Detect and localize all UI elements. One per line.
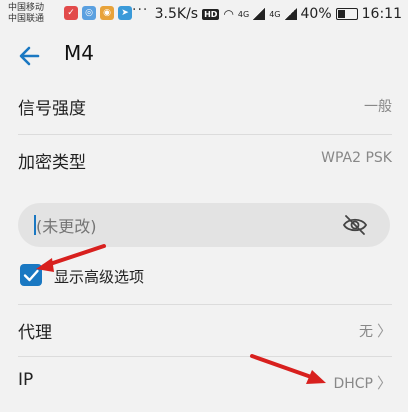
page-title: M4 [64,41,94,65]
notification-icons: ✓ ◎ ◉ ➤ [64,6,132,20]
show-advanced-checkbox-row[interactable]: 显示高级选项 [20,262,220,288]
security-type-label: 加密类型 [18,153,86,173]
proxy-value-wrap: 无〉 [359,320,392,341]
clock: 16:11 [361,6,402,22]
back-button[interactable] [14,40,46,72]
text-cursor [34,215,36,235]
battery-percent: 40% [300,6,332,22]
ip-value: DHCP [333,376,373,392]
app-notification-icon: ✓ [64,6,78,20]
security-type-value: WPA2 PSK [321,150,392,166]
proxy-label: 代理 [18,323,52,343]
network-type-1: 4G [237,9,250,19]
proxy-value: 无 [358,324,373,340]
eye-off-icon[interactable] [342,213,368,237]
status-indicators: 3.5K/s HD ◠ 4G 4G 40% 16:11 [155,6,402,22]
app-notification-icon: ◎ [82,6,96,20]
security-type-row: 加密类型 WPA2 PSK [18,134,392,190]
ip-label: IP [18,370,34,390]
signal-strength-row: 信号强度 一般 [18,80,392,136]
battery-icon [335,8,358,20]
signal-strength-label: 信号强度 [18,99,86,119]
password-input[interactable] [34,212,338,240]
battery-level [337,10,345,18]
carrier-2: 中国联通 [8,14,45,24]
password-field[interactable] [18,203,390,247]
chevron-right-icon: 〉 [376,374,392,392]
carrier-1: 中国移动 [8,3,45,13]
signal-icon [284,8,297,20]
chevron-right-icon: 〉 [376,322,392,340]
more-notifications-icon: ··· [132,2,149,18]
show-advanced-label: 显示高级选项 [54,268,145,286]
signal-strength-value: 一般 [364,99,392,115]
show-advanced-checkbox[interactable] [20,264,42,286]
weibo-icon: ◉ [100,6,114,20]
status-bar: 中国移动 中国联通 ✓ ◎ ◉ ➤ ··· 3.5K/s HD ◠ 4G 4G … [0,0,408,30]
checkmark-icon [23,269,39,282]
app-bar: M4 [0,30,408,80]
signal-icon [253,8,266,20]
hd-badge: HD [202,8,220,20]
proxy-row[interactable]: 代理 无〉 [18,304,392,360]
carrier-names: 中国移动 中国联通 [8,3,44,25]
network-type-2: 4G [269,9,281,19]
send-icon: ➤ [118,6,132,20]
network-speed: 3.5K/s [154,6,199,22]
wifi-icon: ◠ [223,7,234,21]
ip-value-wrap: DHCP 〉 [333,372,392,393]
ip-settings-row[interactable]: IP DHCP 〉 [18,356,392,412]
back-arrow-icon [19,46,40,66]
